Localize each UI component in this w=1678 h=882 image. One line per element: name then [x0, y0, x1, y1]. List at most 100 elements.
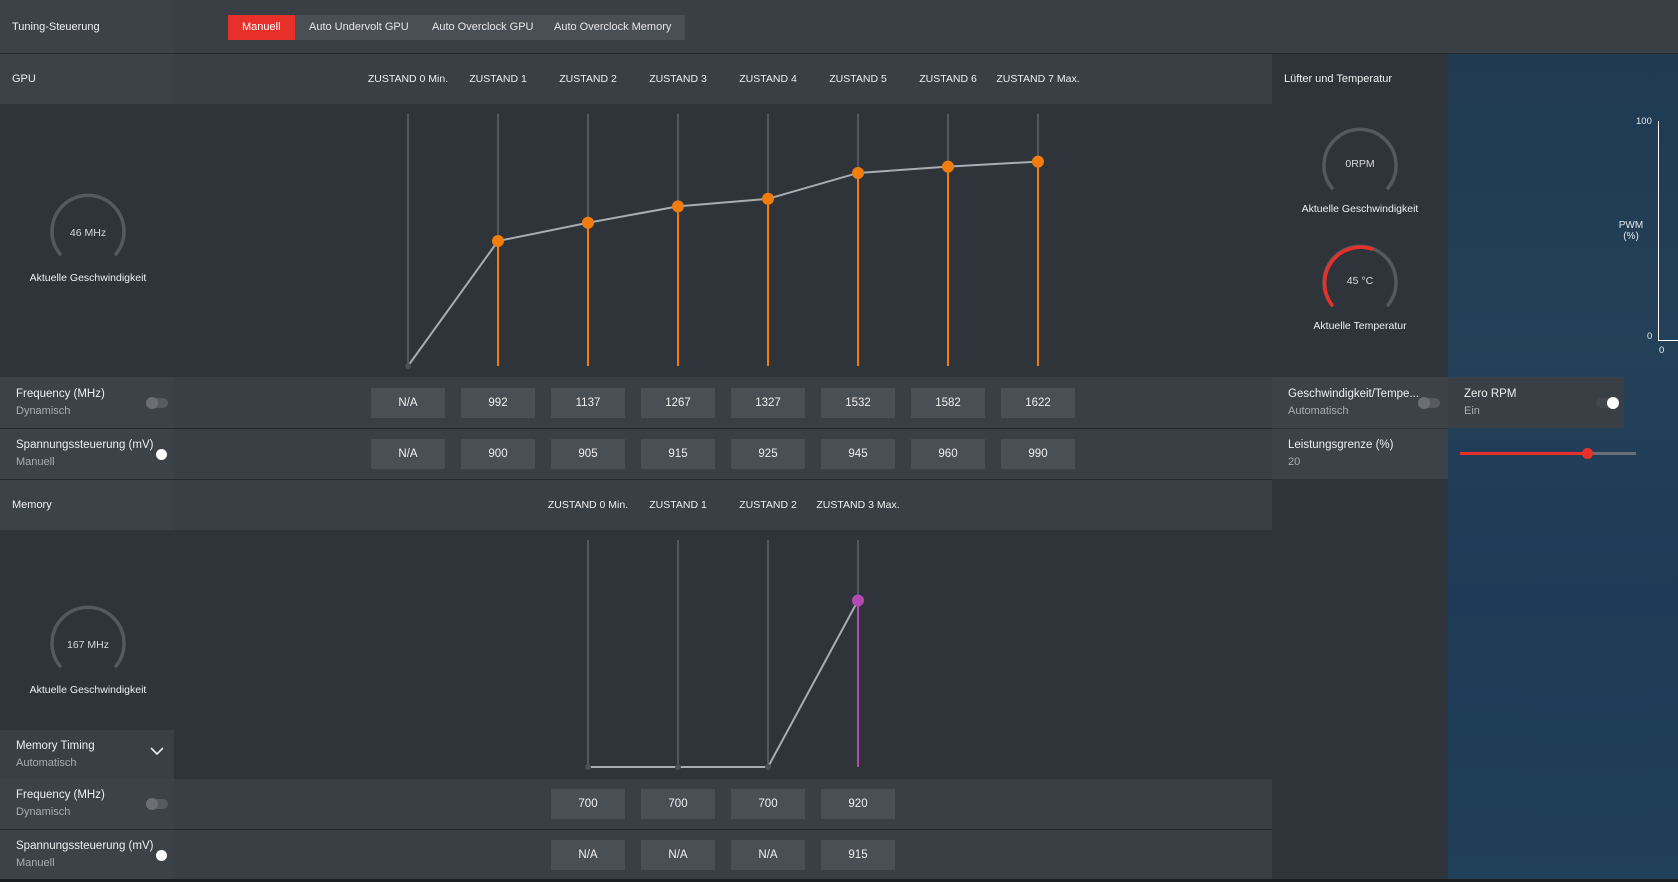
- gpu-frequency-label: Frequency (MHz): [16, 388, 105, 400]
- memory-state-header: ZUSTAND 2: [739, 499, 797, 511]
- gpu-state-point[interactable]: [942, 160, 954, 173]
- memory-frequency-toggle[interactable]: [146, 798, 168, 810]
- tab-auto-overclock-memory[interactable]: Auto Overclock Memory: [540, 15, 687, 40]
- gpu-frequency-value-input[interactable]: 992: [461, 388, 535, 418]
- temperature-label: Aktuelle Temperatur: [1313, 320, 1407, 332]
- gpu-voltage-value-input[interactable]: 945: [821, 439, 895, 469]
- speed-temp-toggle[interactable]: [1418, 397, 1440, 409]
- gpu-voltage-value-input[interactable]: 915: [641, 439, 715, 469]
- gpu-state-header: ZUSTAND 2: [559, 73, 617, 85]
- gpu-voltage-value-input[interactable]: 990: [1001, 439, 1075, 469]
- fan-speed-label: Aktuelle Geschwindigkeit: [1301, 203, 1419, 215]
- gpu-state-point[interactable]: [582, 216, 594, 229]
- gpu-frequency-value-input[interactable]: N/A: [371, 388, 445, 418]
- pwm-axis-x0: 0: [1659, 345, 1665, 356]
- gpu-frequency-mode: Dynamisch: [16, 405, 71, 417]
- gpu-voltage-value-input[interactable]: 900: [461, 439, 535, 469]
- gpu-voltage-value-input[interactable]: 925: [731, 439, 805, 469]
- memory-voltage-mode: Manuell: [16, 857, 55, 869]
- temperature-value: 45 °C: [1347, 275, 1374, 287]
- page-title: Tuning-Steuerung: [12, 21, 100, 33]
- pwm-axis-max: 100: [1636, 116, 1652, 127]
- gpu-frequency-chart: [405, 114, 1044, 369]
- toggle-knob: [146, 798, 158, 810]
- gpu-curve-line: [407, 160, 1039, 367]
- memory-voltage-row: [0, 830, 1272, 882]
- memory-frequency-mode: Dynamisch: [16, 806, 71, 818]
- fan-speed-value: 0RPM: [1345, 158, 1374, 170]
- gpu-state-point[interactable]: [405, 363, 411, 369]
- pwm-axis-x: [1658, 340, 1678, 341]
- pwm-axis-y: [1658, 121, 1659, 341]
- memory-section-title: Memory: [12, 499, 52, 511]
- pwm-axis-label-line1: PWM: [1618, 220, 1644, 231]
- gpu-voltage-row: [0, 429, 1272, 479]
- memory-voltage-label-cell: [0, 830, 174, 882]
- memory-state-header: ZUSTAND 0 Min.: [547, 499, 629, 511]
- gpu-section-title: GPU: [12, 73, 36, 85]
- memory-voltage-value-input[interactable]: N/A: [641, 840, 715, 870]
- memory-voltage-value-input[interactable]: N/A: [731, 840, 805, 870]
- power-limit-label: Leistungsgrenze (%): [1288, 439, 1394, 451]
- gpu-frequency-row: [0, 377, 1272, 428]
- fan-powerlimit-cell: [1272, 429, 1448, 479]
- gpu-state-point[interactable]: [852, 166, 864, 179]
- gpu-state-point[interactable]: [762, 192, 774, 205]
- memory-voltage-toggle[interactable]: [156, 850, 167, 861]
- speed-temp-label: Geschwindigkeit/Tempe...: [1288, 388, 1420, 400]
- gpu-frequency-value-input[interactable]: 1532: [821, 388, 895, 418]
- memory-frequency-chart: [585, 540, 864, 770]
- fan-speed-gauge: 0RPM: [1322, 127, 1398, 190]
- tab-manuell[interactable]: Manuell: [228, 15, 296, 40]
- memory-frequency-value-input[interactable]: 700: [731, 789, 805, 819]
- memory-state-point[interactable]: [585, 764, 591, 770]
- temperature-gauge: 45 °C: [1322, 244, 1398, 307]
- memory-state-point[interactable]: [675, 764, 681, 770]
- gpu-frequency-value-input[interactable]: 1267: [641, 388, 715, 418]
- toggle-knob: [146, 397, 158, 409]
- pwm-axis-label: PWM (%): [1617, 220, 1645, 242]
- gpu-state-header: ZUSTAND 4: [739, 73, 797, 85]
- gpu-voltage-mode: Manuell: [16, 456, 55, 468]
- tab-auto-undervolt-gpu[interactable]: Auto Undervolt GPU: [295, 15, 424, 40]
- memory-frequency-value-input[interactable]: 700: [641, 789, 715, 819]
- gpu-frequency-value-input[interactable]: 1582: [911, 388, 985, 418]
- gpu-voltage-label-cell: [0, 429, 174, 479]
- gpu-state-point[interactable]: [672, 200, 684, 213]
- gpu-frequency-value-input[interactable]: 1137: [551, 388, 625, 418]
- memory-state-point[interactable]: [852, 594, 864, 607]
- memory-timing-value[interactable]: Automatisch: [16, 757, 77, 769]
- gpu-frequency-value-input[interactable]: 1622: [1001, 388, 1075, 418]
- memory-timing-label: Memory Timing: [16, 740, 95, 752]
- pwm-axis-min: 0: [1647, 331, 1653, 342]
- toggle-knob: [1607, 397, 1619, 409]
- memory-state-header: ZUSTAND 3 Max.: [816, 499, 900, 511]
- gpu-state-point[interactable]: [492, 235, 504, 248]
- gpu-frequency-toggle[interactable]: [146, 397, 168, 409]
- memory-frequency-row: [0, 779, 1272, 829]
- memory-frequency-value-input[interactable]: 700: [551, 789, 625, 819]
- background-image: [1448, 54, 1678, 882]
- memory-state-header: ZUSTAND 1: [649, 499, 707, 511]
- memory-voltage-value-input[interactable]: N/A: [551, 840, 625, 870]
- memory-state-point[interactable]: [765, 764, 771, 770]
- gpu-state-header: ZUSTAND 1: [469, 73, 527, 85]
- gpu-voltage-toggle[interactable]: [156, 449, 167, 460]
- zero-rpm-toggle[interactable]: [1596, 397, 1619, 409]
- gpu-voltage-value-input[interactable]: 960: [911, 439, 985, 469]
- gpu-voltage-value-input[interactable]: 905: [551, 439, 625, 469]
- chevron-down-icon[interactable]: [150, 746, 164, 756]
- memory-curve-line: [588, 600, 859, 768]
- power-limit-slider-track[interactable]: [1460, 448, 1636, 459]
- gpu-voltage-value-input[interactable]: N/A: [371, 439, 445, 469]
- gpu-state-header: ZUSTAND 6: [919, 73, 977, 85]
- memory-voltage-value-input[interactable]: 915: [821, 840, 895, 870]
- memory-voltage-label: Spannungssteuerung (mV): [16, 840, 154, 852]
- power-limit-slider-fill: [1460, 452, 1587, 455]
- memory-frequency-value-input[interactable]: 920: [821, 789, 895, 819]
- tab-auto-overclock-gpu[interactable]: Auto Overclock GPU: [418, 15, 549, 40]
- gpu-frequency-value-input[interactable]: 1327: [731, 388, 805, 418]
- gpu-state-point[interactable]: [1032, 155, 1044, 168]
- power-limit-slider-handle[interactable]: [1581, 448, 1593, 459]
- gpu-state-header: ZUSTAND 5: [829, 73, 887, 85]
